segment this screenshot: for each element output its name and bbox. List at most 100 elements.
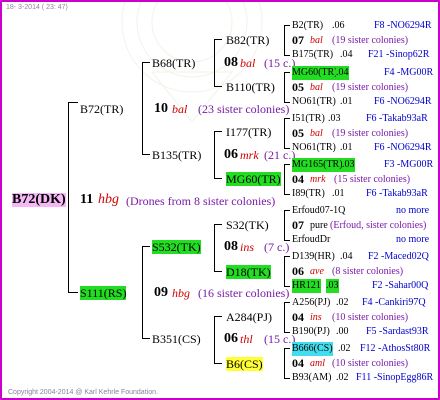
copyright-footer: Copyright 2004-2014 @ Karl Kehrle Founda… — [8, 389, 158, 396]
g4-queen[interactable]: B666(CS) — [292, 342, 333, 356]
g4-gen: 07 — [292, 218, 304, 232]
g4-gen: 07 — [292, 33, 304, 47]
g4-num: .01 — [332, 188, 345, 199]
g4-queen[interactable]: ErfoudDr — [292, 233, 330, 247]
g1-lower-info: (16 sister colonies) — [198, 286, 290, 300]
g2-gen-a: 08 — [224, 55, 238, 70]
tree-line — [142, 246, 150, 247]
g4-ref: F4 -MG00R — [384, 67, 434, 78]
root-queen[interactable]: B72(DK) — [12, 193, 66, 207]
g4-hbg: aml — [310, 358, 325, 369]
tree-line — [214, 271, 222, 272]
tree-line — [284, 348, 290, 349]
g2-hbg-c: ins — [240, 240, 255, 254]
g3-queen[interactable]: I177(TR) — [226, 125, 271, 139]
tree-line — [68, 102, 78, 103]
g2-queen-d[interactable]: B351(CS) — [152, 332, 201, 346]
g2-queen-c[interactable]: S532(TK) — [152, 240, 201, 254]
tree-line — [142, 246, 143, 338]
g4-gen: 05 — [292, 126, 304, 140]
g4-num: .01 — [340, 96, 353, 107]
g4-gen: 05 — [292, 80, 304, 94]
g4-num: .00 — [336, 326, 349, 337]
tree-line — [284, 302, 285, 332]
g4-queen[interactable]: MG165(TR) — [292, 158, 343, 172]
g1-lower-hbg: hbg — [172, 286, 190, 300]
g4-num: .03 — [326, 279, 339, 293]
g4-hbg: ins — [310, 312, 322, 323]
g1-upper-info: (23 sister colonies) — [198, 102, 290, 116]
g4-gen: 04 — [292, 310, 304, 324]
g4-ref: F5 -Sardast93R — [366, 326, 429, 337]
g4-info: (8 sister colonies) — [332, 266, 404, 277]
g4-queen[interactable]: HR121 — [292, 279, 321, 293]
g2-info-b: (21 c.) — [264, 148, 296, 162]
pedigree-frame: 18- 3-2014 ( 23: 47) B72(DK) 11 hbg (Dro… — [0, 0, 440, 400]
tree-line — [214, 316, 215, 363]
g4-num: .04 — [336, 66, 349, 80]
tree-line — [214, 363, 222, 364]
g4-queen[interactable]: B175(TR) — [292, 48, 333, 62]
g2-queen-a[interactable]: B68(TR) — [152, 56, 195, 70]
g4-queen[interactable]: Erfoud07-1Q — [292, 204, 345, 218]
g1-upper-hbg: bal — [172, 102, 188, 116]
tree-line — [284, 302, 290, 303]
g2-queen-b[interactable]: B135(TR) — [152, 148, 201, 162]
g4-ref: F6 -NO6294R — [374, 142, 432, 153]
g4-queen[interactable]: I89(TR) — [292, 187, 325, 201]
g4-hbg: mrk — [310, 174, 326, 185]
g4-num: .04 — [340, 251, 353, 262]
g4-info: (19 sister colonies) — [332, 128, 409, 139]
g1-upper-queen[interactable]: B72(TR) — [80, 102, 123, 116]
g3-queen[interactable]: A284(PJ) — [226, 310, 272, 324]
root-generation: 11 — [80, 192, 94, 207]
g4-ref: F3 -MG00R — [384, 159, 434, 170]
g3-queen[interactable]: B82(TR) — [226, 33, 269, 47]
g4-hbg: bal — [310, 82, 323, 93]
tree-line — [284, 210, 290, 211]
g4-ref: F12 -AthosSt80R — [360, 343, 431, 354]
g1-upper-generation: 10 — [154, 101, 168, 116]
g3-queen[interactable]: MG60(TR) — [226, 172, 281, 186]
g4-ref: F8 -NO6294R — [374, 20, 432, 31]
tree-line — [284, 25, 290, 26]
tree-line — [284, 25, 285, 55]
g3-queen[interactable]: D18(TK) — [226, 265, 271, 279]
g4-ref: F6 -Takab93aR — [366, 113, 428, 124]
g4-num: .04 — [340, 49, 353, 60]
g2-hbg-b: mrk — [240, 148, 259, 162]
g4-queen[interactable]: B190(PJ) — [292, 325, 330, 339]
report-date: 18- 3-2014 ( 23: 47) — [6, 4, 68, 11]
g3-queen[interactable]: S32(TK) — [226, 218, 269, 232]
tree-line — [284, 378, 290, 379]
g4-hbg: pure — [310, 220, 328, 231]
g3-queen[interactable]: B110(TR) — [226, 80, 275, 94]
tree-line — [284, 256, 285, 286]
g4-queen[interactable]: MG60(TR) — [292, 66, 338, 80]
tree-line — [214, 39, 222, 40]
tree-line — [284, 164, 285, 194]
g4-info: (Erfoud, sister colonies) — [330, 220, 427, 231]
g2-gen-d: 06 — [224, 331, 238, 346]
g4-queen[interactable]: B2(TR) — [292, 19, 323, 33]
g4-queen[interactable]: NO61(TR) — [292, 141, 336, 155]
g4-num: .03 — [342, 158, 355, 172]
g4-queen[interactable]: NO61(TR) — [292, 95, 336, 109]
g4-queen[interactable]: D139(HR) — [292, 250, 335, 264]
g4-ref: no more — [396, 205, 430, 216]
g4-num: .02 — [336, 297, 349, 308]
g4-queen[interactable]: B93(AM) — [292, 371, 331, 385]
g4-queen[interactable]: A256(PJ) — [292, 296, 330, 310]
g4-info: (10 sister colonies) — [332, 358, 409, 369]
g4-queen[interactable]: I51(TR) — [292, 112, 325, 126]
tree-line — [214, 316, 222, 317]
g4-num: .06 — [332, 20, 345, 31]
g4-num: .02 — [336, 372, 349, 383]
root-hbg: hbg — [98, 192, 119, 207]
g4-info: (15 sister colonies) — [334, 174, 411, 185]
g4-hbg: ave — [310, 266, 324, 277]
g1-lower-queen[interactable]: S111(RS) — [80, 286, 127, 300]
g3-queen[interactable]: B6(CS) — [226, 357, 263, 371]
g4-info: (10 sister colonies) — [332, 312, 409, 323]
g1-lower-generation: 09 — [154, 285, 168, 300]
